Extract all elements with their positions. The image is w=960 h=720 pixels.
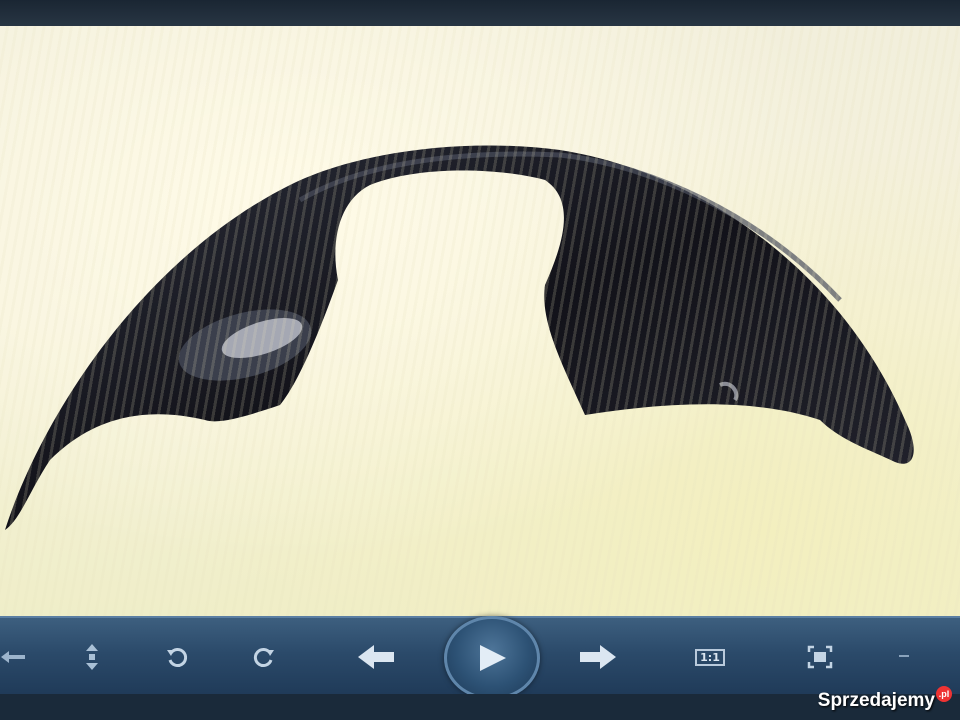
rotate-left-button[interactable] bbox=[158, 640, 198, 674]
actual-size-label: 1:1 bbox=[700, 650, 720, 664]
watermark-text: Sprzedajemy bbox=[817, 690, 935, 711]
actual-size-button[interactable]: 1:1 bbox=[690, 640, 730, 674]
reorder-icon bbox=[86, 644, 98, 670]
pan-left-icon bbox=[1, 651, 25, 663]
watermark: Sprzedajemy .pl bbox=[817, 686, 952, 712]
next-arrow-icon bbox=[580, 645, 616, 669]
liner-body bbox=[5, 145, 914, 530]
watermark-badge: .pl bbox=[936, 686, 952, 702]
actual-size-icon: 1:1 bbox=[695, 648, 725, 666]
reorder-button[interactable] bbox=[72, 640, 112, 674]
wheel-arch-liner-photo bbox=[5, 145, 914, 530]
previous-button[interactable] bbox=[356, 640, 396, 674]
next-button[interactable] bbox=[578, 640, 618, 674]
minus-button[interactable] bbox=[884, 640, 924, 674]
fit-to-window-icon bbox=[807, 645, 833, 669]
play-button[interactable] bbox=[444, 616, 540, 700]
image-viewer bbox=[0, 26, 960, 620]
minus-icon bbox=[899, 655, 909, 657]
monitor-bottom-bezel bbox=[0, 694, 960, 720]
rotate-right-button[interactable] bbox=[243, 640, 283, 674]
rotate-left-icon bbox=[167, 648, 188, 667]
play-icon bbox=[480, 645, 506, 671]
rotate-right-icon bbox=[253, 648, 274, 667]
fit-to-window-button[interactable] bbox=[800, 640, 840, 674]
viewer-toolbar: 1:1 bbox=[0, 616, 960, 700]
previous-arrow-icon bbox=[358, 645, 394, 669]
pan-left-button[interactable] bbox=[0, 640, 34, 674]
